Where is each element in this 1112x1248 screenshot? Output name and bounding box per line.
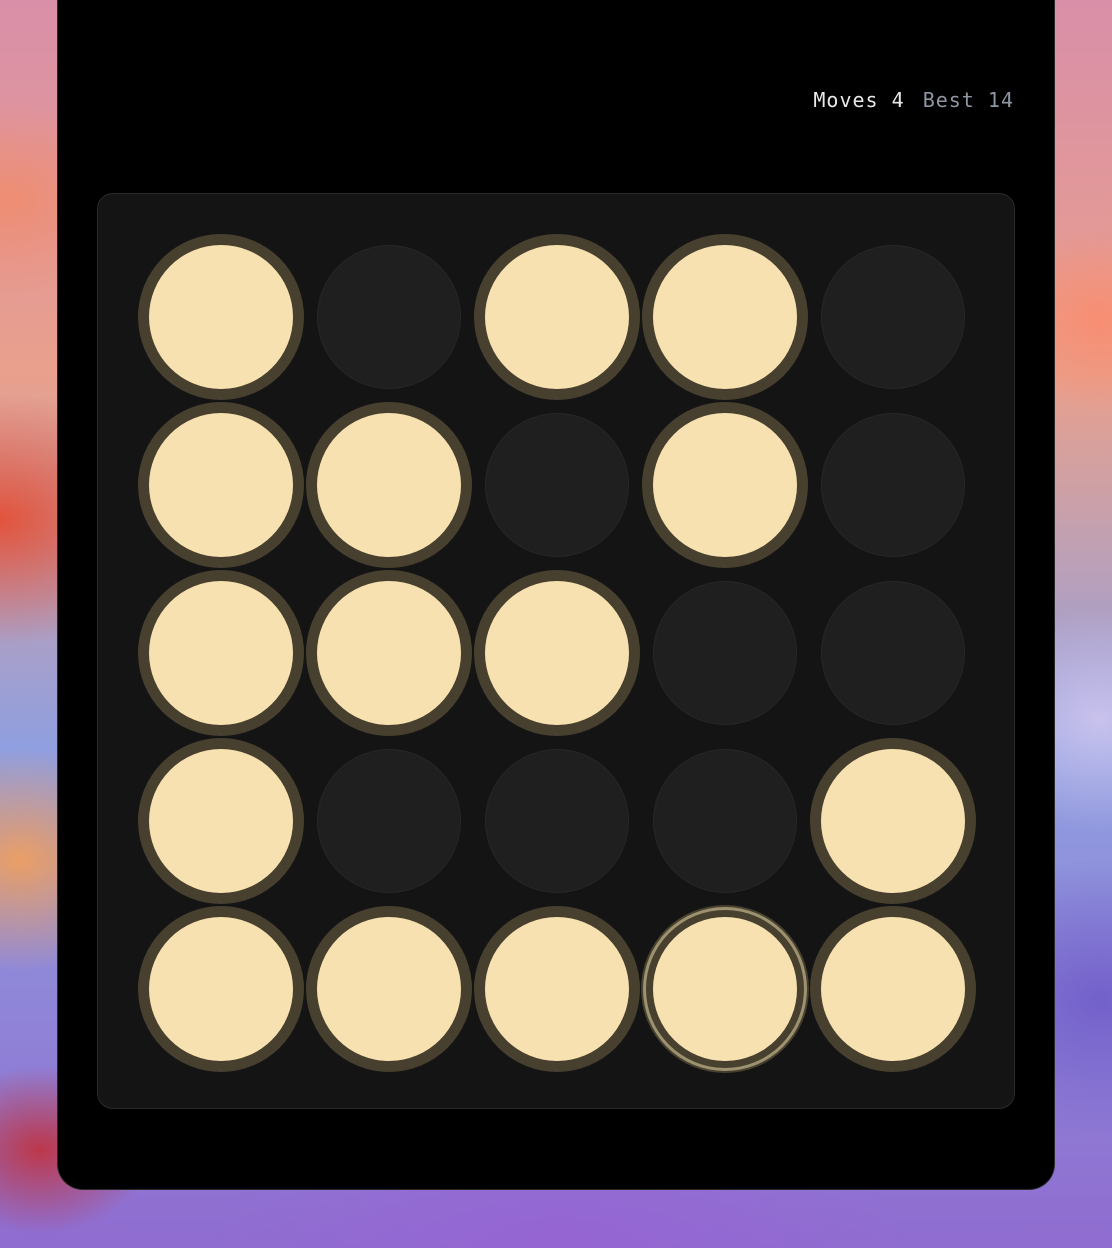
light-cell[interactable] (149, 917, 293, 1061)
light-cell[interactable] (653, 413, 797, 557)
moves-label: Moves (813, 88, 879, 112)
light-cell[interactable] (317, 581, 461, 725)
light-cell[interactable] (821, 749, 965, 893)
light-cell[interactable] (149, 413, 293, 557)
light-cell[interactable] (821, 413, 965, 557)
score-panel: Moves 4 Best 14 (813, 88, 1014, 112)
light-cell[interactable] (149, 245, 293, 389)
best-score: Best 14 (923, 88, 1014, 112)
light-cell[interactable] (653, 245, 797, 389)
light-cell[interactable] (149, 749, 293, 893)
moves-value: 4 (891, 88, 905, 112)
light-cell[interactable] (317, 245, 461, 389)
light-cell[interactable] (821, 917, 965, 1061)
light-cell[interactable] (485, 581, 629, 725)
light-cell[interactable] (653, 749, 797, 893)
light-cell[interactable] (485, 413, 629, 557)
light-cell[interactable] (653, 581, 797, 725)
light-cell[interactable] (821, 581, 965, 725)
best-value: 14 (987, 88, 1014, 112)
light-cell[interactable] (317, 413, 461, 557)
light-cell[interactable] (317, 917, 461, 1061)
light-cell[interactable] (149, 581, 293, 725)
light-cell[interactable] (485, 917, 629, 1061)
game-board (97, 193, 1015, 1109)
game-window: Moves 4 Best 14 (57, 0, 1055, 1190)
light-cell[interactable] (653, 917, 797, 1061)
moves-counter: Moves 4 (813, 88, 904, 112)
light-cell[interactable] (317, 749, 461, 893)
light-cell[interactable] (485, 749, 629, 893)
light-cell[interactable] (485, 245, 629, 389)
best-label: Best (922, 88, 975, 112)
light-cell[interactable] (821, 245, 965, 389)
